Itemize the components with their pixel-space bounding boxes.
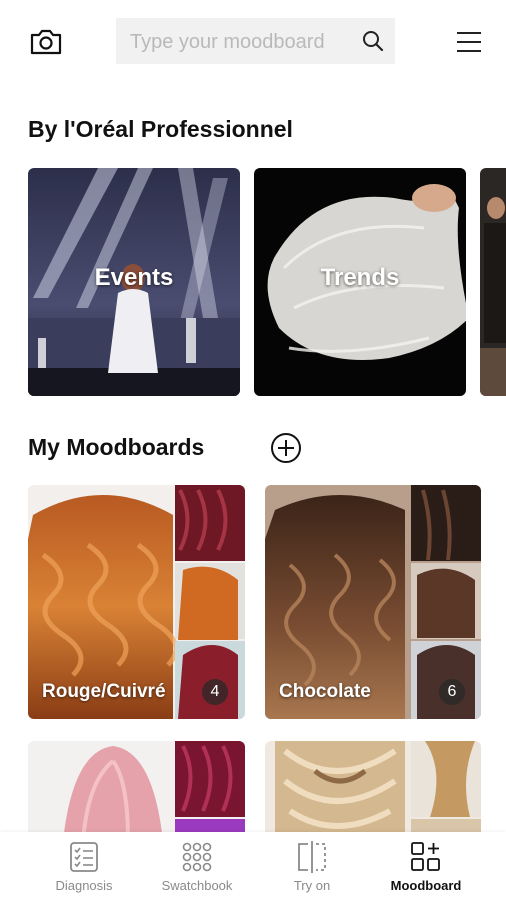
moodboard-card-pink[interactable] — [28, 741, 245, 841]
nav-item-diagnosis[interactable]: Diagnosis — [44, 832, 124, 900]
nav-label-swatchbook: Swatchbook — [161, 878, 233, 893]
hamburger-menu-icon — [457, 32, 481, 52]
search-icon[interactable] — [362, 30, 384, 52]
trends-card-label: Trends — [320, 264, 400, 291]
moodboard-card-chocolate[interactable]: Chocolate 6 — [265, 485, 481, 719]
swatchbook-icon — [182, 842, 212, 872]
more-card-peek[interactable] — [480, 168, 506, 396]
moodboard-name: Chocolate — [279, 681, 371, 702]
moodboards-section-title: My Moodboards — [28, 434, 205, 460]
menu-button[interactable] — [450, 24, 488, 60]
nav-label-try-on: Try on — [293, 878, 331, 893]
try-on-icon — [298, 841, 326, 873]
camera-button[interactable] — [26, 22, 66, 62]
nav-item-moodboard[interactable]: Moodboard — [380, 832, 472, 900]
brand-section-title: By l'Oréal Professionnel — [28, 116, 293, 142]
moodboard-count-badge: 4 — [202, 679, 228, 705]
moodboard-card-blonde[interactable] — [265, 741, 481, 841]
moodboard-icon — [411, 842, 440, 871]
moodboard-count-badge: 6 — [439, 679, 465, 705]
events-card[interactable]: Events — [28, 168, 240, 396]
more-card-image — [480, 168, 506, 396]
search-input[interactable] — [128, 18, 352, 66]
camera-icon — [30, 29, 62, 55]
nav-label-moodboard: Moodboard — [390, 878, 462, 893]
diagnosis-icon — [70, 842, 98, 872]
events-card-label: Events — [94, 264, 174, 291]
nav-item-try-on[interactable]: Try on — [272, 832, 352, 900]
trends-card[interactable]: Trends — [254, 168, 466, 396]
moodboard-pink-collage — [28, 741, 245, 841]
moodboard-blonde-collage — [265, 741, 481, 841]
plus-circle-icon — [271, 433, 301, 463]
add-moodboard-button[interactable] — [268, 430, 304, 466]
search-bar[interactable] — [116, 18, 395, 66]
nav-item-swatchbook[interactable]: Swatchbook — [152, 832, 242, 900]
bottom-navigation: Diagnosis Swatchbook Try on Moodboard — [0, 832, 506, 900]
nav-label-diagnosis: Diagnosis — [55, 878, 113, 893]
moodboard-name: Rouge/Cuivré — [42, 681, 166, 702]
moodboard-card-rouge[interactable]: Rouge/Cuivré 4 — [28, 485, 245, 719]
